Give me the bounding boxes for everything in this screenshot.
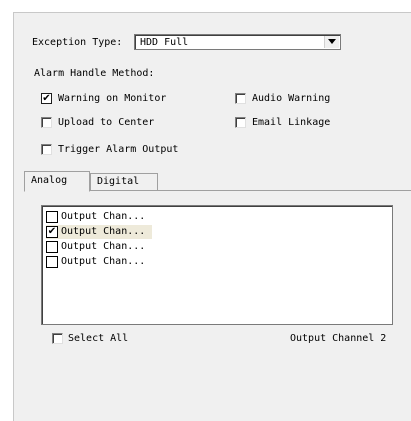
trigger-alarm-output-label: Trigger Alarm Output bbox=[58, 144, 179, 155]
checkbox-box[interactable] bbox=[46, 211, 58, 223]
audio-warning-checkbox[interactable]: Audio Warning bbox=[235, 92, 355, 106]
exception-type-value: HDD Full bbox=[140, 37, 189, 48]
tab-digital[interactable]: Digital bbox=[90, 173, 158, 190]
checkbox-box[interactable] bbox=[52, 333, 63, 344]
upload-to-center-checkbox[interactable]: Upload to Center bbox=[41, 116, 191, 130]
checkbox-box[interactable] bbox=[235, 93, 246, 104]
email-linkage-checkbox[interactable]: Email Linkage bbox=[235, 116, 355, 130]
tab-analog[interactable]: Analog bbox=[24, 171, 90, 192]
select-all-label: Select All bbox=[68, 333, 129, 344]
tab-analog-label: Analog bbox=[31, 175, 68, 186]
selected-channel-status: Output Channel 2 bbox=[290, 333, 387, 344]
warning-on-monitor-checkbox[interactable]: ✔ Warning on Monitor bbox=[41, 92, 191, 106]
checkbox-box[interactable]: ✔ bbox=[46, 226, 58, 238]
list-item[interactable]: Output Chan... bbox=[46, 255, 152, 269]
checkbox-box[interactable] bbox=[41, 144, 52, 155]
list-item[interactable]: Output Chan... bbox=[46, 240, 152, 254]
upload-to-center-label: Upload to Center bbox=[58, 117, 155, 128]
chevron-down-icon bbox=[328, 39, 336, 44]
exception-type-label: Exception Type: bbox=[32, 37, 123, 48]
trigger-alarm-output-checkbox[interactable]: Trigger Alarm Output bbox=[41, 143, 201, 157]
check-mark-icon: ✔ bbox=[42, 93, 51, 104]
checkbox-box[interactable] bbox=[41, 117, 52, 128]
checkbox-box[interactable] bbox=[46, 256, 58, 268]
output-channel-list[interactable]: Output Chan... ✔ Output Chan... Output C… bbox=[41, 205, 393, 325]
list-item-label: Output Chan... bbox=[61, 226, 146, 237]
dropdown-button[interactable] bbox=[324, 36, 339, 48]
list-item[interactable]: Output Chan... bbox=[46, 210, 152, 224]
exception-type-select[interactable]: HDD Full bbox=[134, 34, 341, 50]
alarm-handle-method-label: Alarm Handle Method: bbox=[34, 68, 155, 79]
checkbox-box[interactable]: ✔ bbox=[41, 93, 52, 104]
audio-warning-label: Audio Warning bbox=[252, 93, 331, 104]
list-item-label: Output Chan... bbox=[61, 241, 146, 252]
check-mark-icon: ✔ bbox=[47, 226, 57, 237]
list-item-label: Output Chan... bbox=[61, 211, 146, 222]
select-all-checkbox[interactable]: Select All bbox=[52, 332, 152, 346]
warning-on-monitor-label: Warning on Monitor bbox=[58, 93, 167, 104]
tab-digital-label: Digital bbox=[97, 176, 140, 187]
list-item[interactable]: ✔ Output Chan... bbox=[46, 225, 152, 239]
email-linkage-label: Email Linkage bbox=[252, 117, 331, 128]
checkbox-box[interactable] bbox=[46, 241, 58, 253]
list-item-label: Output Chan... bbox=[61, 256, 146, 267]
checkbox-box[interactable] bbox=[235, 117, 246, 128]
